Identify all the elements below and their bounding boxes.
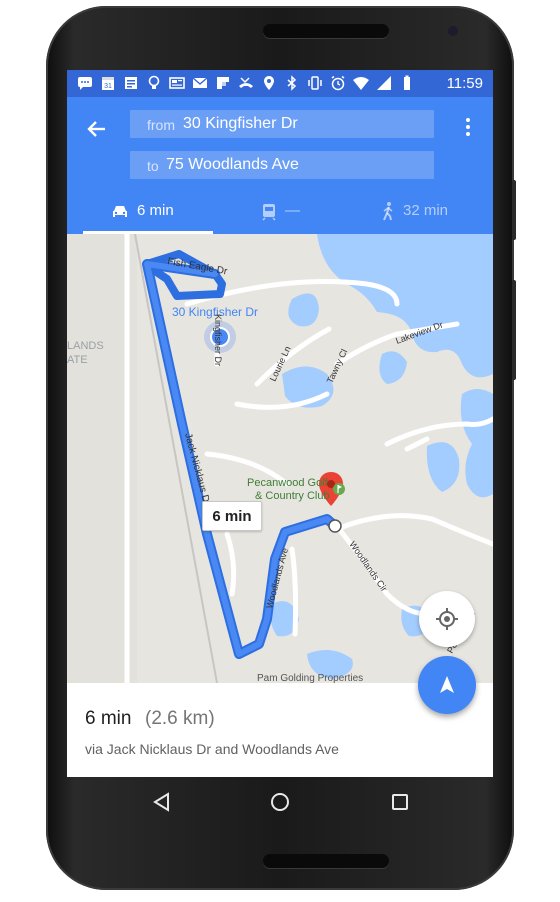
destination-dot — [328, 519, 342, 533]
route-time-bubble[interactable]: 6 min — [202, 501, 262, 531]
transit-icon — [262, 204, 276, 221]
car-icon — [113, 206, 127, 217]
bottom-speaker — [263, 854, 389, 868]
status-bar: 31 11:59 — [67, 70, 493, 97]
android-nav-bar — [67, 777, 493, 827]
more-vert-icon — [466, 118, 470, 136]
label-lands: LANDS — [67, 340, 104, 352]
notification-icons: 31 — [77, 75, 415, 91]
drive-time: 6 min — [137, 202, 174, 219]
start-navigation-button[interactable] — [418, 656, 476, 714]
circle-home-icon — [271, 793, 289, 811]
alarm-icon — [330, 75, 346, 91]
triangle-back-icon — [153, 792, 169, 812]
volume-rocker — [512, 280, 516, 380]
square-recents-icon — [392, 794, 408, 810]
bluetooth-icon — [284, 75, 300, 91]
vibrate-icon — [307, 75, 323, 91]
wifi-icon — [353, 75, 369, 91]
nav-recents-button[interactable] — [389, 791, 411, 813]
more-options-button[interactable] — [463, 115, 473, 139]
summary-via: via Jack Nicklaus Dr and Woodlands Ave — [85, 741, 339, 757]
flipboard-icon — [215, 75, 231, 91]
nav-back-button[interactable] — [151, 791, 173, 813]
back-button[interactable] — [83, 115, 111, 143]
battery-icon — [399, 75, 415, 91]
label-kingfisher-road: Kingfisher Dr — [213, 314, 223, 366]
summary-time: 6 min — [85, 708, 132, 729]
map-view[interactable]: Fish Eagle Dr 30 Kingfisher Dr Kingfishe… — [67, 234, 493, 683]
signal-icon — [376, 75, 392, 91]
bulb-icon — [146, 75, 162, 91]
status-clock: 11:59 — [446, 75, 483, 92]
directions-header: from 30 Kingfisher Dr to 75 Woodlands Av… — [67, 97, 493, 234]
nav-home-button[interactable] — [269, 791, 291, 813]
crosshair-icon — [436, 608, 458, 630]
transit-time: — — [285, 202, 300, 219]
destination-label: to — [147, 158, 159, 174]
origin-value: 30 Kingfisher Dr — [183, 115, 298, 132]
label-pam-golding: Pam Golding Properties — [257, 673, 363, 683]
destination-field[interactable]: to 75 Woodlands Ave — [130, 151, 434, 179]
top-speaker — [263, 24, 389, 38]
origin-field[interactable]: from 30 Kingfisher Dr — [130, 110, 434, 138]
power-button — [512, 180, 516, 240]
news-icon — [169, 75, 185, 91]
missed-call-icon — [238, 75, 254, 91]
tab-drive[interactable]: 6 min — [111, 197, 174, 234]
front-camera — [448, 26, 458, 36]
label-ate: ATE — [67, 354, 88, 366]
navigation-arrow-icon — [440, 676, 454, 693]
label-golf-line2: & Country Club — [255, 490, 330, 502]
calendar-icon: 31 — [100, 75, 116, 91]
screen: 31 11:59 from 30 Kingfisher Dr to 75 Woo… — [67, 70, 493, 777]
label-golf-line1: Pecanwood Golf — [247, 477, 329, 489]
chat-icon — [77, 75, 93, 91]
mail-icon — [192, 75, 208, 91]
tab-transit[interactable]: — — [261, 197, 300, 234]
walk-time: 32 min — [403, 202, 449, 219]
arrow-back-icon — [87, 121, 105, 137]
tab-walk[interactable]: 32 min — [381, 197, 448, 234]
my-location-button[interactable] — [419, 591, 475, 647]
origin-label: from — [147, 117, 175, 133]
location-icon — [261, 75, 277, 91]
svg-text:31: 31 — [104, 83, 112, 90]
notes-icon — [123, 75, 139, 91]
summary-distance: (2.6 km) — [145, 708, 215, 729]
walk-icon — [383, 202, 393, 221]
golf-icon — [333, 483, 345, 495]
destination-value: 75 Woodlands Ave — [166, 156, 299, 173]
